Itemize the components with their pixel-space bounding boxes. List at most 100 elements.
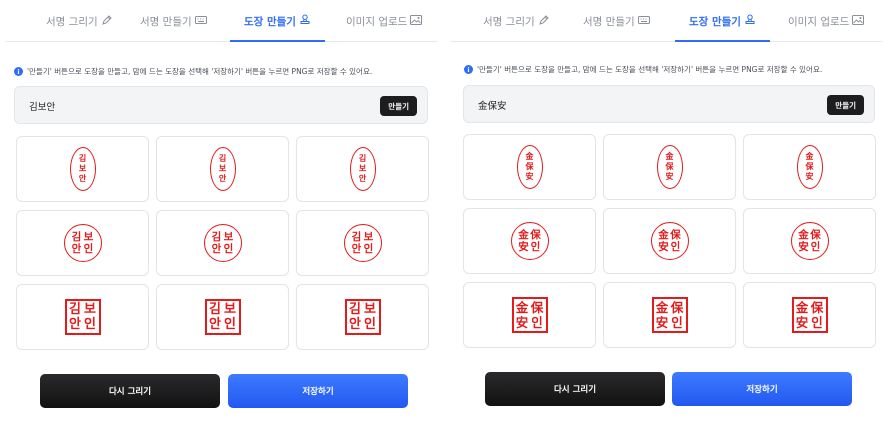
name-input-value: 김보안 bbox=[29, 102, 56, 113]
stamp-char: 보 bbox=[364, 302, 376, 317]
stamp-char: 安 bbox=[798, 241, 809, 253]
stamp-char: 保 bbox=[530, 300, 544, 315]
action-buttons: 다시 그리기 저장하기 bbox=[485, 372, 855, 406]
keyboard-icon bbox=[637, 16, 650, 24]
stamp-oval: 金 保 安 bbox=[656, 145, 683, 189]
stamp-option-square-2[interactable]: 金 保 安 인 bbox=[603, 282, 736, 348]
stamp-oval: 김 보 안 bbox=[69, 147, 96, 191]
stamp-char: 安 bbox=[658, 241, 669, 253]
stamp-circle: 金 保 安 인 bbox=[650, 222, 689, 260]
stamp-char: 金 bbox=[665, 152, 674, 161]
pen-icon bbox=[538, 15, 549, 25]
tab-upload-image[interactable]: 이미지 업로드 bbox=[788, 14, 865, 42]
tab-draw-signature[interactable]: 서명 그리기 bbox=[483, 14, 550, 42]
info-icon: i bbox=[464, 65, 473, 74]
name-input-value: 金保安 bbox=[478, 101, 507, 112]
stamp-square: 金 保 安 인 bbox=[651, 297, 688, 333]
tab-create-signature[interactable]: 서명 만들기 bbox=[583, 14, 650, 42]
stamp-option-oval-2[interactable]: 金 保 安 bbox=[603, 134, 736, 200]
tab-create-stamp[interactable]: 도장 만들기 bbox=[230, 14, 325, 42]
stamp-option-oval-3[interactable]: 김 보 안 bbox=[296, 136, 429, 202]
stamp-char: 안 bbox=[71, 243, 82, 255]
stamp-char: 김 bbox=[211, 231, 222, 243]
tab-draw-signature[interactable]: 서명 그리기 bbox=[46, 14, 113, 42]
stamp-option-square-2[interactable]: 김 보 안 인 bbox=[156, 284, 289, 350]
stamp-circle: 金 保 安 인 bbox=[510, 222, 549, 260]
stamp-char: 인 bbox=[810, 241, 821, 253]
stamp-option-square-1[interactable]: 金 保 安 인 bbox=[463, 282, 596, 348]
stamp-char: 인 bbox=[83, 243, 94, 255]
tab-upload-image[interactable]: 이미지 업로드 bbox=[346, 14, 423, 42]
stamp-option-circle-3[interactable]: 김 보 안 인 bbox=[296, 210, 429, 276]
stamp-option-oval-2[interactable]: 김 보 안 bbox=[156, 136, 289, 202]
name-input[interactable]: 김보안 만들기 bbox=[14, 86, 428, 124]
redraw-button[interactable]: 다시 그리기 bbox=[485, 372, 665, 406]
stamp-circle: 金 保 安 인 bbox=[790, 222, 829, 260]
save-button[interactable]: 저장하기 bbox=[228, 374, 408, 408]
stamp-char: 인 bbox=[363, 243, 374, 255]
stamp-char: 安 bbox=[518, 241, 529, 253]
stamp-option-oval-1[interactable]: 金 保 安 bbox=[463, 134, 596, 200]
info-text: '만들기' 버튼으로 도장을 만들고, 맘에 드는 도장을 선택해 '저장하기'… bbox=[27, 67, 373, 76]
stamp-char: 金 bbox=[515, 300, 529, 315]
stamp-option-oval-1[interactable]: 김 보 안 bbox=[16, 136, 149, 202]
make-button[interactable]: 만들기 bbox=[827, 95, 864, 115]
stamp-char: 김 bbox=[218, 154, 227, 163]
tab-create-signature[interactable]: 서명 만들기 bbox=[140, 14, 207, 42]
stamp-option-circle-2[interactable]: 김 보 안 인 bbox=[156, 210, 289, 276]
stamp-char: 보 bbox=[224, 302, 236, 317]
make-button[interactable]: 만들기 bbox=[380, 96, 417, 116]
stamp-char: 安 bbox=[525, 172, 534, 181]
stamp-char: 保 bbox=[810, 300, 824, 315]
stamp-option-square-3[interactable]: 김 보 안 인 bbox=[296, 284, 429, 350]
stamp-char: 인 bbox=[223, 243, 234, 255]
tab-label: 도장 만들기 bbox=[689, 16, 741, 28]
stamp-char: 보 bbox=[223, 231, 234, 243]
stamp-circle: 김 보 안 인 bbox=[343, 224, 382, 262]
stamp-square: 김 보 안 인 bbox=[64, 299, 101, 335]
image-upload-icon bbox=[410, 15, 423, 25]
stamp-char: 안 bbox=[351, 243, 362, 255]
info-message: i '만들기' 버튼으로 도장을 만들고, 맘에 드는 도장을 선택해 '저장하… bbox=[14, 66, 372, 77]
stamp-icon bbox=[300, 14, 310, 24]
stamp-char: 안 bbox=[349, 317, 361, 332]
stamp-option-circle-2[interactable]: 金 保 安 인 bbox=[603, 208, 736, 274]
stamp-option-circle-3[interactable]: 金 保 安 인 bbox=[743, 208, 876, 274]
stamp-char: 김 bbox=[349, 302, 361, 317]
stamp-char: 안 bbox=[218, 174, 227, 183]
stamp-grid: 김 보 안 김 보 안 김 보 안 김 보 안 인 김 보 안 인 김 보 안 … bbox=[16, 136, 430, 350]
stamp-char: 保 bbox=[810, 229, 821, 241]
stamp-char: 인 bbox=[530, 241, 541, 253]
stamp-char: 보 bbox=[218, 164, 227, 173]
tab-create-stamp[interactable]: 도장 만들기 bbox=[675, 14, 770, 42]
tab-bar: 서명 그리기 서명 만들기 도장 만들기 이미지 업로드 bbox=[6, 0, 438, 42]
tab-label: 서명 만들기 bbox=[140, 16, 192, 28]
stamp-char: 안 bbox=[358, 174, 367, 183]
stamp-char: 인 bbox=[671, 315, 683, 330]
name-input[interactable]: 金保安 만들기 bbox=[463, 85, 875, 123]
stamp-square: 金 保 安 인 bbox=[511, 297, 548, 333]
stamp-char: 인 bbox=[364, 317, 376, 332]
stamp-oval: 金 保 安 bbox=[796, 145, 823, 189]
action-buttons: 다시 그리기 저장하기 bbox=[40, 374, 410, 408]
stamp-char: 安 bbox=[655, 315, 669, 330]
save-button[interactable]: 저장하기 bbox=[672, 372, 852, 406]
stamp-char: 金 bbox=[518, 229, 529, 241]
stamp-char: 김 bbox=[209, 302, 221, 317]
stamp-option-square-3[interactable]: 金 保 安 인 bbox=[743, 282, 876, 348]
stamp-char: 金 bbox=[795, 300, 809, 315]
stamp-option-circle-1[interactable]: 김 보 안 인 bbox=[16, 210, 149, 276]
tab-label: 서명 만들기 bbox=[583, 16, 635, 28]
stamp-char: 안 bbox=[209, 317, 221, 332]
stamp-option-oval-3[interactable]: 金 保 安 bbox=[743, 134, 876, 200]
stamp-char: 김 bbox=[358, 154, 367, 163]
stamp-char: 保 bbox=[670, 229, 681, 241]
redraw-button[interactable]: 다시 그리기 bbox=[40, 374, 220, 408]
pen-icon bbox=[101, 15, 112, 25]
tab-label: 이미지 업로드 bbox=[788, 16, 850, 28]
stamp-option-circle-1[interactable]: 金 保 安 인 bbox=[463, 208, 596, 274]
stamp-option-square-1[interactable]: 김 보 안 인 bbox=[16, 284, 149, 350]
stamp-char: 보 bbox=[363, 231, 374, 243]
stamp-char: 인 bbox=[84, 317, 96, 332]
stamp-char: 安 bbox=[795, 315, 809, 330]
